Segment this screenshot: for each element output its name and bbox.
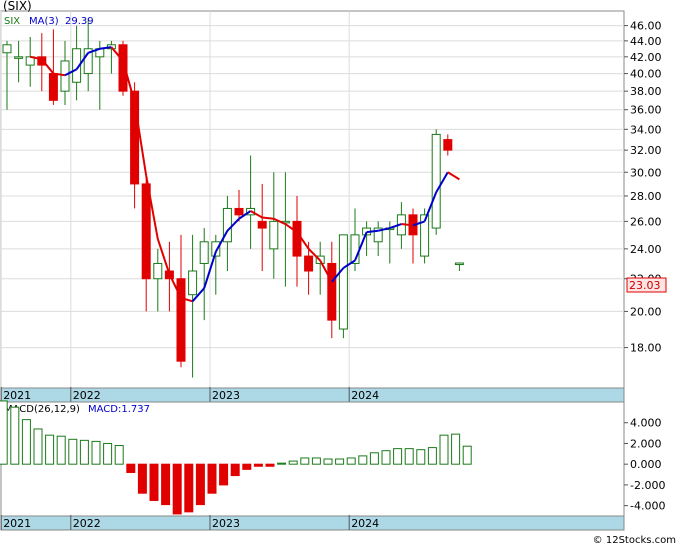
- candle-body: [14, 56, 24, 59]
- macd-bar: [56, 435, 66, 465]
- macd-bar: [335, 458, 345, 465]
- price-y-tick-label: 20.00: [630, 305, 662, 318]
- macd-bar: [33, 428, 43, 465]
- macd-bar: [369, 452, 379, 465]
- macd-bar: [323, 458, 333, 465]
- macd-bar: [10, 406, 20, 465]
- macd-y-tick-label: -4.000: [630, 500, 665, 513]
- ma-segment: [401, 223, 414, 227]
- ma-segment: [262, 216, 274, 220]
- macd-bar: [242, 463, 252, 470]
- macd-bar: [79, 439, 89, 465]
- price-y-tick-label: 30.00: [630, 166, 662, 179]
- macd-bar: [230, 463, 240, 477]
- macd-y-tick-label: 4.000: [630, 417, 662, 430]
- macd-bar: [45, 434, 55, 465]
- macd-bar: [137, 463, 147, 494]
- macd-bar: [172, 463, 182, 515]
- candle-body: [304, 255, 314, 272]
- price-y-tick-label: 38.00: [630, 85, 662, 98]
- macd-bar: [68, 438, 78, 465]
- macd-bar: [103, 442, 113, 465]
- price-y-tick-label: 32.00: [630, 144, 662, 157]
- candle-body: [234, 207, 244, 216]
- macd-x-tick-label: 2024: [351, 517, 379, 530]
- macd-x-tick-label: 2023: [212, 517, 240, 530]
- price-y-tick-label: 44.00: [630, 35, 662, 48]
- stock-chart: 18.0020.0022.0024.0026.0028.0030.0032.00…: [0, 0, 680, 546]
- macd-y-tick-label: -2.000: [630, 479, 665, 492]
- macd-bar: [195, 463, 205, 506]
- candle-body: [269, 220, 279, 250]
- macd-bar: [462, 445, 472, 465]
- candle-body: [257, 220, 267, 229]
- macd-bar: [311, 457, 321, 465]
- price-x-tick-label: 2023: [212, 389, 240, 402]
- candle-body: [188, 270, 198, 296]
- candle-body: [153, 262, 163, 280]
- price-y-tick-label: 26.00: [630, 215, 662, 228]
- macd-bar: [114, 445, 124, 465]
- macd-legend-value: MACD:1.737: [88, 404, 150, 415]
- macd-bar: [126, 463, 136, 473]
- price-x-tick-label: 2021: [3, 389, 31, 402]
- ticker-legend-label: SIX: [4, 16, 20, 27]
- price-y-tick-label: 46.00: [630, 20, 662, 33]
- macd-bar: [207, 463, 217, 494]
- macd-bar: [184, 463, 194, 513]
- price-y-tick-label: 40.00: [630, 68, 662, 81]
- macd-bar: [253, 463, 263, 467]
- price-y-tick-label: 18.00: [630, 342, 662, 355]
- candle-body: [431, 133, 441, 229]
- macd-bar: [277, 462, 287, 465]
- candle-body: [454, 262, 464, 266]
- macd-bar: [393, 448, 403, 465]
- price-y-tick-label: 34.00: [630, 123, 662, 136]
- macd-bar: [265, 463, 275, 467]
- macd-bar: [21, 419, 31, 465]
- candle-body: [338, 234, 348, 330]
- macd-bar: [149, 463, 159, 501]
- price-x-tick-label: 2022: [73, 389, 101, 402]
- macd-bar: [0, 400, 8, 465]
- macd-bar: [451, 433, 461, 465]
- macd-x-tick-label: 2021: [3, 517, 31, 530]
- macd-bar: [161, 463, 171, 506]
- macd-bar: [358, 455, 368, 465]
- macd-bar: [404, 448, 414, 465]
- ma-legend-value: 29.39: [65, 16, 94, 27]
- ma-segment: [366, 229, 379, 234]
- price-x-tick-label: 2024: [351, 389, 379, 402]
- candle-body: [292, 220, 302, 257]
- macd-bar: [219, 463, 229, 486]
- macd-x-tick-label: 2022: [73, 517, 101, 530]
- watermark: © 12Stocks.com: [593, 535, 676, 546]
- macd-bar: [91, 440, 101, 465]
- macd-bar: [416, 449, 426, 465]
- candle-body: [141, 183, 151, 280]
- macd-bar: [288, 460, 298, 465]
- candle-body: [2, 44, 12, 54]
- price-y-tick-label: 28.00: [630, 190, 662, 203]
- price-y-tick-label: 24.00: [630, 243, 662, 256]
- last-price-label: 23.03: [629, 279, 661, 292]
- macd-bar: [439, 434, 449, 465]
- macd-bar: [300, 457, 310, 465]
- macd-y-tick-label: 2.000: [630, 437, 662, 450]
- ma-legend-label: MA(3): [29, 16, 59, 27]
- candle-body: [327, 262, 337, 321]
- candle-body: [48, 73, 58, 101]
- macd-bar: [381, 450, 391, 465]
- chart-title: (SIX): [3, 0, 32, 13]
- candle-body: [199, 241, 209, 264]
- candle-body: [443, 139, 453, 151]
- macd-bar: [346, 457, 356, 465]
- macd-y-tick-label: 0.000: [630, 458, 662, 471]
- price-y-tick-label: 36.00: [630, 104, 662, 117]
- candle-body: [60, 60, 70, 92]
- macd-bar: [427, 447, 437, 465]
- price-y-tick-label: 42.00: [630, 51, 662, 64]
